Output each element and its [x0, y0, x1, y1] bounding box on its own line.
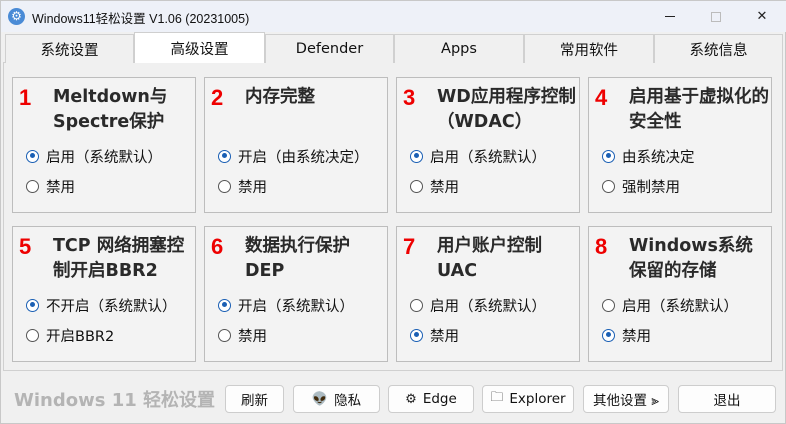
card-title: Windows系统保留的存储 [629, 236, 753, 281]
radio-option[interactable]: 禁用 [602, 325, 651, 345]
tab-apps[interactable]: Apps [394, 34, 524, 63]
radio-unselected-icon[interactable] [602, 298, 615, 312]
radio-unselected-icon[interactable] [410, 298, 423, 312]
other-settings-button[interactable]: 其他设置 ⫸ [583, 385, 669, 413]
card-number: 8 [595, 234, 608, 259]
card-number: 4 [595, 85, 608, 110]
radio-selected-icon[interactable] [410, 149, 423, 163]
radio-selected-icon[interactable] [602, 149, 615, 163]
card-reserved-storage: 8 Windows系统保留的存储 启用（系统默认） 禁用 [588, 226, 772, 362]
card-title: TCP 网络拥塞控制开启BBR2 [53, 236, 185, 281]
radio-option[interactable]: 启用（系统默认） [602, 295, 738, 315]
brand-label: Windows 11 轻松设置 [14, 390, 216, 411]
card-wdac: 3 WD应用程序控制（WDAC） 启用（系统默认） 禁用 [396, 77, 580, 213]
card-number: 2 [211, 85, 224, 110]
card-number: 7 [403, 234, 416, 259]
card-number: 1 [19, 85, 32, 110]
radio-selected-icon[interactable] [218, 298, 231, 312]
card-title: 启用基于虚拟化的安全性 [629, 87, 769, 132]
folder-icon: 🗀 [490, 390, 504, 405]
card-meltdown-spectre: 1 Meltdown与Spectre保护 启用（系统默认） 禁用 [12, 77, 196, 213]
radio-option[interactable]: 禁用 [26, 176, 75, 196]
edge-button[interactable]: ⚙ Edge [388, 385, 474, 413]
card-dep: 6 数据执行保护DEP 开启（系统默认） 禁用 [204, 226, 388, 362]
exit-button[interactable]: 退出 [678, 385, 776, 413]
card-tcp-bbr2: 5 TCP 网络拥塞控制开启BBR2 不开启（系统默认） 开启BBR2 [12, 226, 196, 362]
radio-unselected-icon[interactable] [218, 328, 231, 342]
radio-option[interactable]: 强制禁用 [602, 176, 680, 196]
radio-selected-icon[interactable] [602, 328, 615, 342]
card-memory-integrity: 2 内存完整 开启（由系统决定） 禁用 [204, 77, 388, 213]
radio-option[interactable]: 开启（系统默认） [218, 295, 354, 315]
explorer-button[interactable]: 🗀 Explorer [482, 385, 574, 413]
minimize-icon [665, 16, 675, 17]
radio-option[interactable]: 禁用 [410, 325, 459, 345]
card-title: 用户账户控制UAC [437, 236, 542, 281]
tab-advanced-settings[interactable]: 高级设置 [134, 32, 265, 63]
radio-unselected-icon[interactable] [410, 179, 423, 193]
window-title: Windows11轻松设置 V1.06 (20231005) [32, 12, 250, 26]
card-number: 5 [19, 234, 32, 259]
radio-unselected-icon[interactable] [26, 179, 39, 193]
maximize-button[interactable] [693, 1, 739, 32]
app-window: ⚙ Windows11轻松设置 V1.06 (20231005) ✕ 系统设置 … [0, 0, 786, 424]
title-bar[interactable]: ⚙ Windows11轻松设置 V1.06 (20231005) ✕ [1, 1, 786, 32]
tab-bar: 系统设置 高级设置 Defender Apps 常用软件 系统信息 [5, 32, 783, 63]
radio-unselected-icon[interactable] [218, 179, 231, 193]
radio-selected-icon[interactable] [26, 149, 39, 163]
card-title: WD应用程序控制（WDAC） [437, 87, 576, 132]
minimize-button[interactable] [647, 1, 693, 32]
radio-selected-icon[interactable] [218, 149, 231, 163]
radio-selected-icon[interactable] [410, 328, 423, 342]
close-icon: ✕ [756, 9, 768, 24]
tab-system-info[interactable]: 系统信息 [654, 34, 783, 63]
gear-icon: ⚙ [405, 391, 417, 407]
radio-option[interactable]: 禁用 [218, 176, 267, 196]
close-button[interactable]: ✕ [739, 1, 785, 32]
refresh-button[interactable]: 刷新 [225, 385, 284, 413]
radio-option[interactable]: 禁用 [410, 176, 459, 196]
radio-selected-icon[interactable] [26, 298, 39, 312]
radio-option[interactable]: 禁用 [218, 325, 267, 345]
radio-unselected-icon[interactable] [26, 328, 39, 342]
gear-icon: ⚙ [8, 8, 25, 25]
card-uac: 7 用户账户控制UAC 启用（系统默认） 禁用 [396, 226, 580, 362]
radio-option[interactable]: 启用（系统默认） [410, 295, 546, 315]
tab-system-settings[interactable]: 系统设置 [5, 34, 134, 63]
card-number: 6 [211, 234, 224, 259]
card-vbs: 4 启用基于虚拟化的安全性 由系统决定 强制禁用 [588, 77, 772, 213]
alien-icon: 👽 [311, 391, 329, 407]
card-title: 内存完整 [245, 87, 315, 107]
tab-defender[interactable]: Defender [265, 34, 394, 63]
radio-option[interactable]: 启用（系统默认） [410, 146, 546, 166]
radio-option[interactable]: 启用（系统默认） [26, 146, 162, 166]
radio-option[interactable]: 开启（由系统决定） [218, 146, 369, 166]
card-number: 3 [403, 85, 416, 110]
tab-common-software[interactable]: 常用软件 [524, 34, 654, 63]
maximize-icon [711, 11, 721, 22]
radio-option[interactable]: 不开启（系统默认） [26, 295, 177, 315]
card-title: Meltdown与Spectre保护 [53, 87, 168, 132]
radio-option[interactable]: 由系统决定 [602, 146, 695, 166]
radio-option[interactable]: 开启BBR2 [26, 325, 114, 345]
privacy-button[interactable]: 👽 隐私 [293, 385, 380, 413]
card-title: 数据执行保护DEP [245, 236, 350, 281]
radio-unselected-icon[interactable] [602, 179, 615, 193]
